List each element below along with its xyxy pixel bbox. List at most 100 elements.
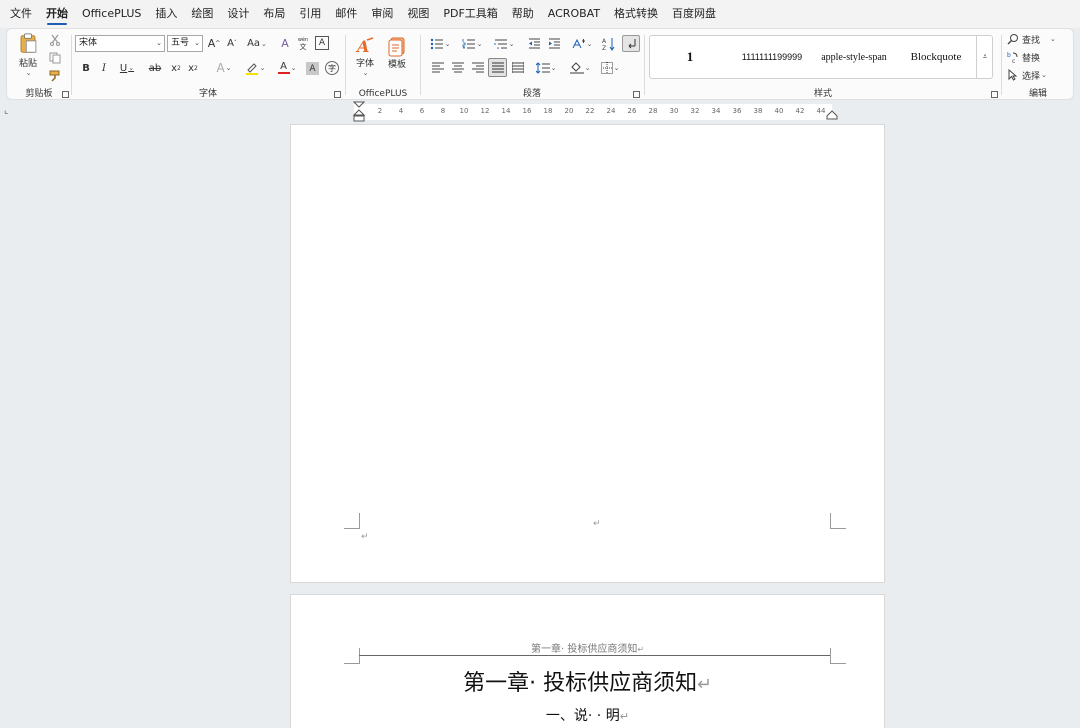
show-hide-marks-button[interactable] [622,35,640,52]
grow-font-button[interactable]: A ^ [206,35,222,52]
officeplus-font-button[interactable]: A 字体 ⌄ [351,33,379,79]
line-spacing-button[interactable]: ⌄ [532,59,560,76]
menu-item[interactable]: 百度网盘 [666,0,722,28]
format-painter-button[interactable] [47,69,63,83]
font-color-button[interactable]: A ⌄ [273,59,301,77]
sort-icon: AZ [602,37,614,51]
find-button[interactable]: 查找 ⌄ [1007,31,1063,47]
svg-text:Z: Z [602,45,606,51]
clear-formatting-button[interactable]: A [277,35,293,52]
officeplus-group: A 字体 ⌄ 模板 OfficePLUS [347,29,419,101]
change-case-label: Aa [247,38,261,49]
paragraph-mark: ↵ [697,675,712,695]
horizontal-ruler[interactable]: 2 4 6 8 10 12 14 16 18 20 22 24 26 28 30 32 34 36 38 40 42 44 [353,101,838,123]
bold-button[interactable]: B [79,59,93,77]
font-launcher-icon[interactable] [334,91,341,98]
styles-launcher-icon[interactable] [991,91,998,98]
paste-dropdown-icon[interactable]: ⌄ [26,69,32,77]
paste-button[interactable]: 粘贴 ⌄ [13,33,43,77]
bullet-list-icon [430,38,443,49]
increase-indent-button[interactable] [546,35,562,52]
menu-item[interactable]: 格式转换 [608,0,664,28]
paste-icon [20,33,37,53]
menu-item[interactable]: OfficePLUS [76,0,147,28]
align-left-button[interactable] [430,59,446,76]
paragraph-launcher-icon[interactable] [633,91,640,98]
shading-button[interactable]: ⌄ [566,59,594,76]
crop-mark [344,513,360,529]
menu-item[interactable]: 布局 [257,0,291,28]
chapter-heading[interactable]: 第一章· 投标供应商须知↵ [291,665,884,697]
menu-item[interactable]: ACROBAT [542,0,606,28]
strikethrough-button[interactable]: ab [145,59,165,77]
replace-button[interactable]: bc 替换 [1007,49,1063,65]
menu-item[interactable]: 插入 [149,0,183,28]
paragraph-mark: ↵ [619,710,630,723]
divider [1001,35,1002,95]
font-group-label: 字体 [198,89,217,99]
ruler-number: 12 [480,107,490,115]
page-2[interactable]: 第一章· 投标供应商须知↵ 第一章· 投标供应商须知↵ 一、说· · 明↵ [290,594,885,728]
character-border-button[interactable]: A [315,36,329,50]
menu-item[interactable]: 引用 [293,0,327,28]
font-size-combo[interactable]: 五号 ⌄ [167,35,203,52]
menu-item[interactable]: PDF工具箱 [437,0,503,28]
cut-button[interactable] [47,33,63,47]
ruler-number: 38 [753,107,763,115]
indent-marker-icon[interactable] [353,101,365,123]
distributed-button[interactable] [510,59,526,76]
chevron-down-icon: ⌄ [444,39,451,48]
superscript-button[interactable]: x2 [186,59,200,77]
font-size-value: 五号 [171,38,190,48]
shrink-font-button[interactable]: Aˇ [224,35,240,52]
paragraph-group-label: 段落 [522,89,541,99]
phonetic-guide-button[interactable]: wén 文 [295,35,311,52]
clipboard-launcher-icon[interactable] [62,91,69,98]
paint-bucket-icon [569,62,584,74]
officeplus-template-button[interactable]: 模板 [383,33,411,73]
italic-button[interactable]: I [97,59,111,77]
menu-item[interactable]: 帮助 [506,0,540,28]
menu-item[interactable]: 设计 [221,0,255,28]
menu-item[interactable]: 视图 [401,0,435,28]
menu-item[interactable]: 审阅 [365,0,399,28]
copy-button[interactable] [47,51,63,65]
subscript-button[interactable]: x2 [169,59,183,77]
font-group: 宋体 ⌄ 五号 ⌄ A ^ Aˇ Aa ⌄ A wén 文 A B I U ⌄ ab x… [73,29,343,101]
borders-button[interactable]: ⌄ [596,59,624,76]
align-center-button[interactable] [450,59,466,76]
underline-button[interactable]: U ⌄ [115,59,139,77]
numbered-list-icon [462,38,475,48]
multilevel-list-button[interactable]: ⌄ [490,35,518,52]
change-case-button[interactable]: Aa ⌄ [243,35,271,52]
menu-item[interactable]: 邮件 [329,0,363,28]
character-shading-button[interactable]: A [306,62,319,75]
header-rule [359,655,830,656]
multilevel-list-icon [493,39,507,49]
text-effects-button[interactable]: A ⌄ [211,59,237,77]
right-indent-marker-icon[interactable] [826,110,838,120]
enclose-characters-button[interactable]: 字 [325,61,339,75]
page-1[interactable]: ↵ ↵ [290,124,885,583]
select-button[interactable]: 选择 ⌄ [1007,67,1063,83]
justify-button[interactable] [488,58,507,77]
menu-item[interactable]: 文件 [4,0,38,28]
replace-label: 替换 [1022,53,1041,64]
font-name-combo[interactable]: 宋体 ⌄ [75,35,165,52]
highlight-button[interactable]: ⌄ [241,59,269,77]
page-header[interactable]: 第一章· 投标供应商须知↵ [291,640,884,655]
bullets-button[interactable]: ⌄ [426,35,454,52]
menu-item[interactable]: 开始 [40,0,74,28]
chinese-layout-button[interactable]: ⌄ [568,35,596,52]
chevron-down-icon: ⌄ [156,39,162,47]
officeplus-template-label: 模板 [387,59,406,70]
numbering-button[interactable]: ⌄ [458,35,486,52]
menu-item[interactable]: 绘图 [185,0,219,28]
sort-button[interactable]: AZ [600,35,616,52]
section-heading[interactable]: 一、说· · 明↵ [291,705,884,725]
align-right-button[interactable] [470,59,486,76]
decrease-indent-button[interactable] [526,35,542,52]
tab-selector-icon[interactable]: ⌞ [4,106,8,116]
align-center-icon [452,62,464,73]
styles-group: 样式 [646,29,1000,101]
